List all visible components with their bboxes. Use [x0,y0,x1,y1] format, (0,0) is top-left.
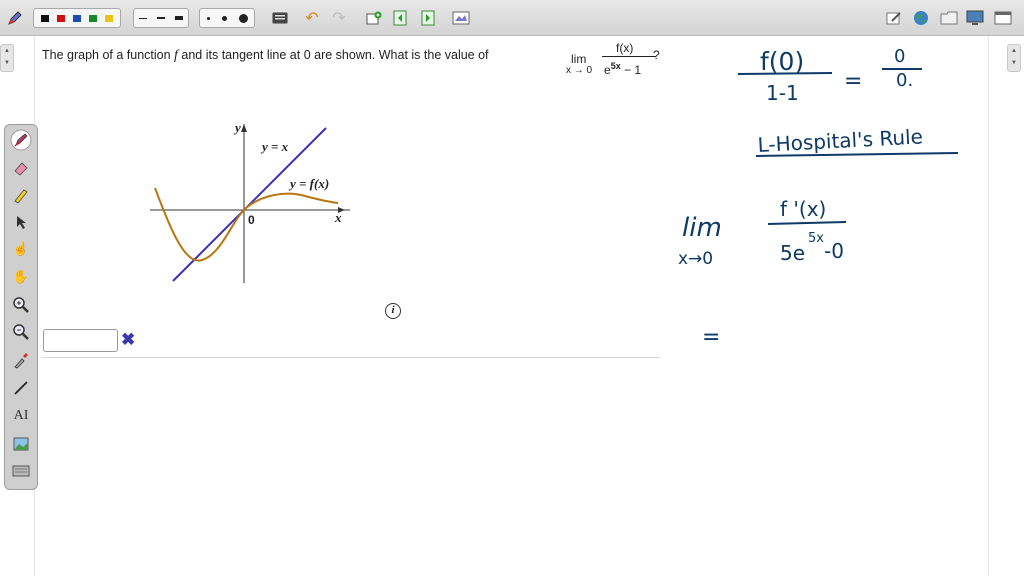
color-palette [33,8,121,28]
y-axis-arrow [241,124,247,132]
answer-input[interactable] [43,329,118,352]
divider [42,357,660,358]
note-frac3-bar [767,221,847,225]
pen-tool-icon[interactable] [10,129,32,151]
x-axis-label: x [334,210,342,225]
zoom-out-icon[interactable] [10,321,32,343]
highlighter-icon[interactable] [10,184,32,206]
color-swatch-red[interactable] [57,14,65,22]
color-swatch-yellow[interactable] [105,14,113,22]
note-frac1-denominator: 1-1 [766,81,799,105]
y-axis-label: y [233,120,241,135]
note-frac2-numerator: 0 [894,46,905,67]
next-page-icon[interactable] [419,9,437,27]
previous-page-icon[interactable] [391,9,409,27]
function-graph: y x 0 y = x y = f(x) [150,120,350,283]
color-swatch-blue[interactable] [73,14,81,22]
page-scroll-left[interactable]: ▲ ▼ [0,44,14,72]
edit-icon[interactable] [885,9,903,27]
tangent-label: y = x [260,139,289,154]
keyboard-tool-icon[interactable] [10,460,32,482]
point-size-medium[interactable] [221,15,227,21]
display-icon[interactable] [966,9,984,27]
limit-den-base: e [604,63,611,77]
note-rule-title: L-Hospital's Rule [757,124,923,157]
info-icon[interactable]: i [385,303,401,319]
limit-denominator: e5x − 1 [604,61,641,77]
line-width-medium[interactable] [157,17,165,19]
color-swatch-black[interactable] [41,14,49,22]
line-tool-icon[interactable] [10,377,32,399]
pan-hand-icon[interactable]: ✋ [10,266,32,288]
line-width-thin[interactable] [139,17,147,19]
limit-numerator: f(x) [616,41,634,55]
folder-icon[interactable] [940,9,958,27]
note-lim-subscript: x→0 [678,249,713,269]
settings-icon[interactable] [994,9,1012,27]
incorrect-mark-icon: ✖ [121,330,136,349]
note-frac2-denominator: 0. [896,70,913,91]
add-page-icon[interactable] [365,9,383,27]
question-middle: and its tangent line at 0 are shown. Wha… [177,48,489,62]
origin-label: 0 [248,213,255,227]
question-prefix: The graph of a function [42,48,175,62]
undo-icon[interactable]: ↶ [303,9,321,27]
tool-palette: ☝ ✋ AI [4,124,38,490]
redo-icon[interactable]: ↷ [330,9,348,27]
limit-den-tail: − 1 [620,63,642,77]
pen-icon[interactable] [6,9,24,27]
point-size-selector [199,8,255,28]
note-equals-1: = [844,69,862,94]
note-frac3-den-tail: -0 [824,239,844,263]
toolbar: ↶ ↷ [0,0,1024,36]
limit-den-exp: 5x [610,61,621,71]
line-width-selector [133,8,189,28]
point-size-large[interactable] [238,13,248,23]
image-tool-icon[interactable] [10,433,32,455]
limit-fraction-bar [602,56,656,57]
point-size-small[interactable] [206,16,210,20]
whiteboard-app: ↶ ↷ ▲ ▼ ▲ ▼ The graph of a function f an… [0,0,1024,576]
note-frac1-numerator: f(0) [760,47,804,76]
note-frac1-bar [737,72,833,75]
handwritten-notes: f(0) 1-1 = 0 0. L-Hospital's Rule lim x→… [678,46,959,350]
limit-expression: lim x → 0 f(x) e5x − 1 ? [566,40,666,80]
question-text: The graph of a function f and its tangen… [42,48,489,64]
curve-label: y = f(x) [288,176,329,191]
pointer-hand-icon[interactable]: ☝ [10,238,32,260]
screen-capture-icon[interactable] [452,9,470,27]
zoom-in-icon[interactable] [10,294,32,316]
page-scroll-right[interactable]: ▲ ▼ [1007,44,1021,72]
note-lim: lim [682,213,722,243]
function-curve [154,187,339,262]
keyboard-icon[interactable] [271,9,289,27]
globe-icon[interactable] [912,9,930,27]
note-frac3-den-exp: 5x [808,231,824,246]
eraser-icon[interactable] [10,157,32,179]
limit-question-mark: ? [653,48,660,62]
eyedropper-icon[interactable] [10,349,32,371]
text-tool-icon[interactable]: AI [10,405,32,427]
line-width-thick[interactable] [175,16,183,20]
select-arrow-icon[interactable] [10,211,32,233]
color-swatch-green[interactable] [89,14,97,22]
limit-lim: lim [571,52,587,66]
limit-subscript: x → 0 [566,65,593,76]
note-equals-2: = [702,325,720,350]
note-frac3-den-base: 5e [780,241,805,265]
note-frac3-numerator: f '(x) [780,197,826,221]
